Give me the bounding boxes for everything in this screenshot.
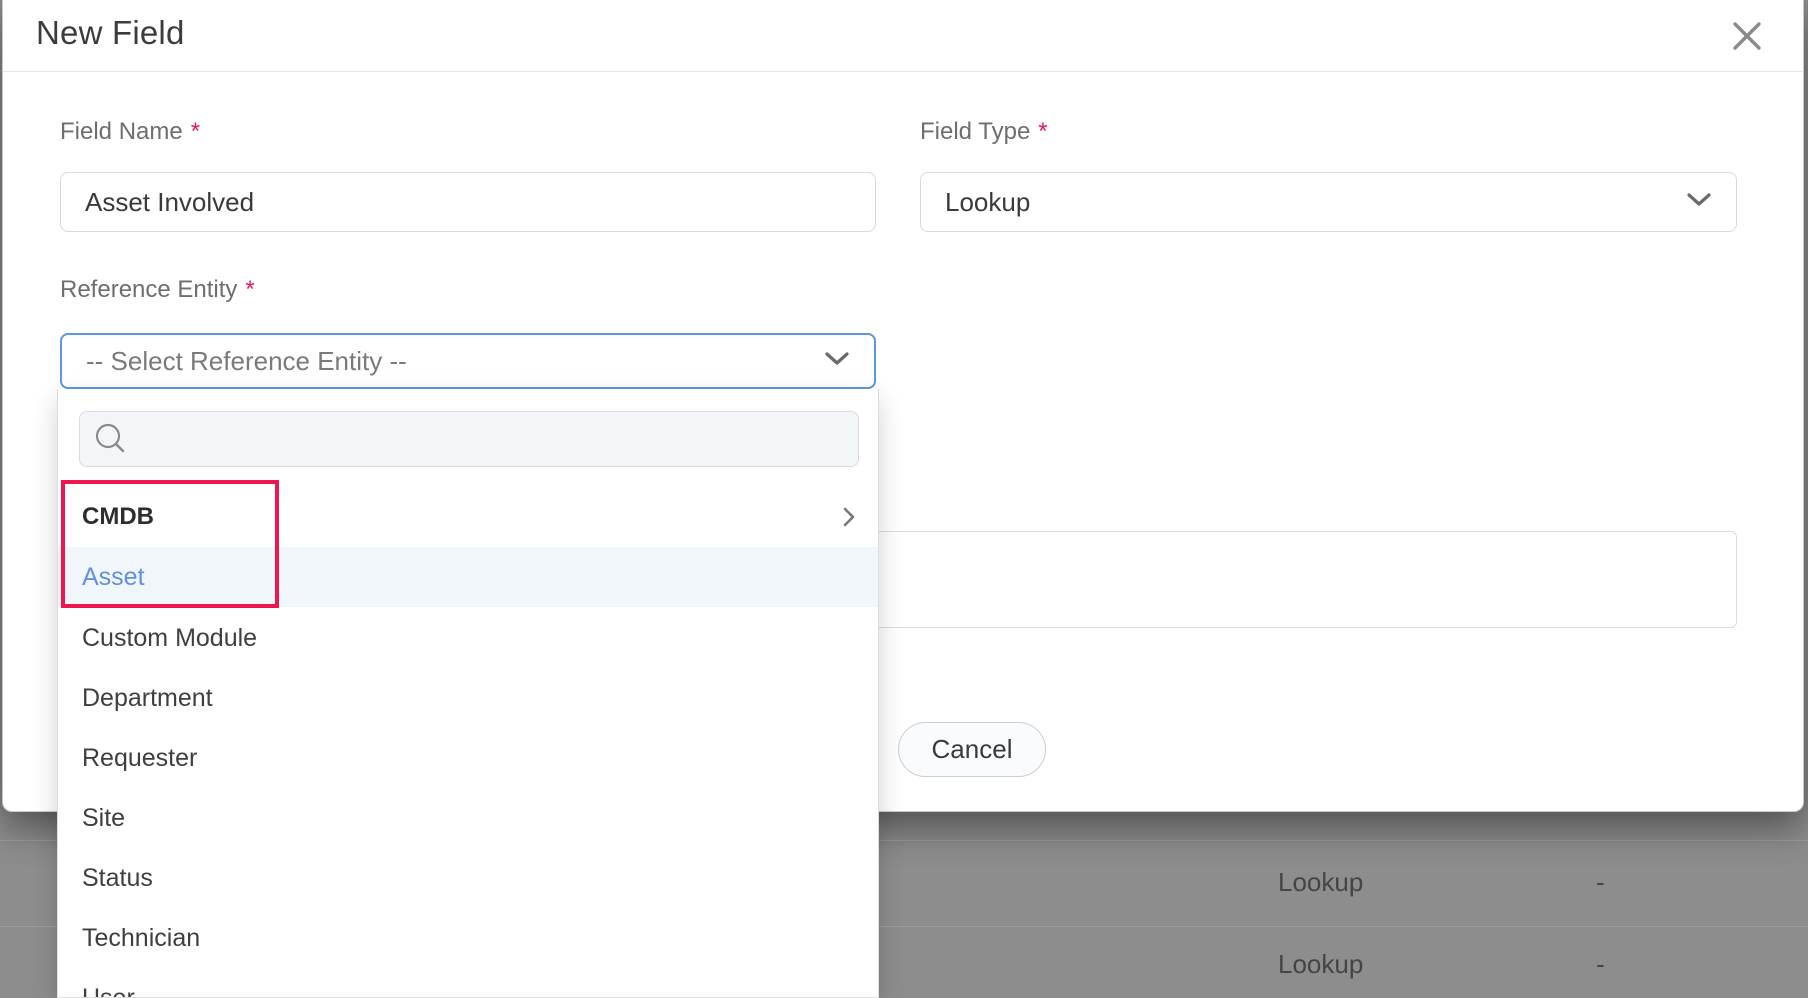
- field-type-label-text: Field Type: [920, 118, 1030, 145]
- table-cell-value: -: [1596, 949, 1605, 980]
- close-icon[interactable]: [1731, 20, 1763, 52]
- dropdown-item-label: Site: [82, 804, 856, 833]
- chevron-down-icon: [1686, 192, 1712, 213]
- field-name-label-text: Field Name: [60, 118, 183, 145]
- field-type-label: Field Type *: [920, 118, 1048, 146]
- dropdown-item-label: Technician: [82, 924, 856, 953]
- chevron-right-icon: [842, 505, 856, 529]
- reference-entity-placeholder: -- Select Reference Entity --: [86, 346, 824, 377]
- dropdown-item-cmdb[interactable]: CMDB: [58, 487, 879, 547]
- dropdown-item-label: Requester: [82, 744, 856, 773]
- dropdown-item-label: User: [82, 984, 856, 998]
- dropdown-search[interactable]: [79, 411, 859, 467]
- reference-entity-label: Reference Entity *: [60, 276, 255, 304]
- required-asterisk: *: [191, 118, 200, 145]
- search-icon: [94, 422, 128, 456]
- dropdown-item-label: Custom Module: [82, 624, 856, 653]
- dropdown-item-user[interactable]: User: [58, 968, 879, 998]
- dropdown-item-technician[interactable]: Technician: [58, 908, 879, 968]
- chevron-down-icon: [824, 351, 850, 372]
- field-type-value: Lookup: [945, 187, 1686, 218]
- dialog-title: New Field: [36, 14, 185, 52]
- dropdown-item-label: Asset: [82, 563, 856, 592]
- search-input[interactable]: [138, 411, 844, 467]
- cancel-button[interactable]: Cancel: [898, 722, 1046, 777]
- field-name-input[interactable]: [60, 172, 876, 232]
- dropdown-item-status[interactable]: Status: [58, 848, 879, 908]
- dropdown-item-label: CMDB: [82, 503, 842, 531]
- reference-entity-dropdown: CMDB Asset Custom Module Department Requ…: [57, 389, 879, 998]
- dropdown-item-label: Status: [82, 864, 856, 893]
- required-asterisk: *: [245, 276, 254, 303]
- dropdown-item-label: Department: [82, 684, 856, 713]
- reference-entity-select[interactable]: -- Select Reference Entity --: [60, 333, 876, 389]
- required-asterisk: *: [1038, 118, 1047, 145]
- dropdown-item-requester[interactable]: Requester: [58, 728, 879, 788]
- table-cell-type: Lookup: [1278, 867, 1363, 898]
- dialog-header: New Field: [3, 0, 1803, 72]
- field-name-label: Field Name *: [60, 118, 200, 146]
- table-cell-type: Lookup: [1278, 949, 1363, 980]
- table-cell-value: -: [1596, 867, 1605, 898]
- reference-entity-label-text: Reference Entity: [60, 276, 237, 303]
- dropdown-item-asset[interactable]: Asset: [58, 547, 879, 607]
- dropdown-item-custom-module[interactable]: Custom Module: [58, 608, 879, 668]
- dropdown-item-department[interactable]: Department: [58, 668, 879, 728]
- field-type-select[interactable]: Lookup: [920, 172, 1737, 232]
- dropdown-item-site[interactable]: Site: [58, 788, 879, 848]
